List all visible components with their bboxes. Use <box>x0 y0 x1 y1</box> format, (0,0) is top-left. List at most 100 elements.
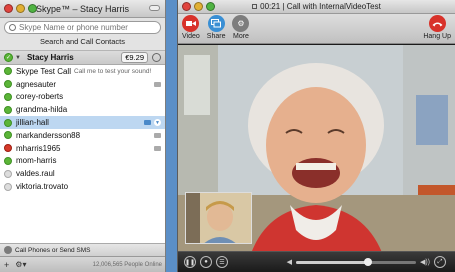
online-status-icon <box>4 92 12 101</box>
volume-slider-fill <box>295 260 368 264</box>
online-status-icon[interactable]: ✓ <box>4 53 13 62</box>
call-titlebar: 00:21 | Call with InternalVideoTest <box>178 0 455 14</box>
user-status-row: ✓ ▼ Stacy Harris €9.29 <box>0 50 165 65</box>
more-button[interactable]: ⚙ More <box>232 15 250 40</box>
share-icon <box>207 15 225 32</box>
more-label: More <box>232 33 249 40</box>
volume-slider-knob[interactable] <box>363 257 372 266</box>
volume-low-icon: ◀ <box>286 259 292 266</box>
offline-status-icon <box>4 169 12 178</box>
add-contact-button[interactable]: + <box>4 260 9 270</box>
skype-credit-badge[interactable]: €9.29 <box>121 52 148 63</box>
remote-video-feed: ❚❚ ● ☰ ◀ ◀)) ⤢ <box>178 45 455 272</box>
title-separator: | <box>282 2 285 11</box>
search-icon <box>9 24 16 31</box>
pause-video-button[interactable]: ❚❚ <box>184 256 196 268</box>
online-status-icon <box>4 80 12 89</box>
fullscreen-button[interactable]: ⤢ <box>434 256 446 268</box>
contact-name: agnesauter <box>16 79 57 89</box>
share-label: Share <box>206 33 226 40</box>
dialpad-button[interactable]: ☰ <box>216 256 228 268</box>
call-window: 00:21 | Call with InternalVideoTest Vide… <box>177 0 455 272</box>
contact-row-indicators <box>154 132 161 138</box>
busy-status-icon <box>4 144 12 153</box>
contact-row[interactable]: Skype Test Call Call me to test your soun… <box>0 65 165 78</box>
volume-slider[interactable] <box>295 257 416 266</box>
contact-name: mharris1965 <box>16 143 61 153</box>
contact-row[interactable]: valdes.raul <box>0 167 165 180</box>
online-status-icon <box>4 105 12 114</box>
online-status-icon <box>4 118 12 127</box>
contact-name: corey-roberts <box>16 92 64 102</box>
search-and-call-button[interactable]: Search and Call Contacts <box>4 37 161 48</box>
video-camera-icon <box>182 15 200 32</box>
call-toolbar: Video Share ⚙ More Hang Up <box>178 14 455 44</box>
toolbar-toggle-button[interactable] <box>149 5 160 11</box>
call-controls-bar: ❚❚ ● ☰ ◀ ◀)) ⤢ <box>178 251 455 272</box>
contact-name: jillian-hall <box>16 118 49 128</box>
contact-row[interactable]: agnesauter <box>0 78 165 91</box>
contact-row-indicators: ▼ <box>144 119 161 127</box>
people-online-count: 12,006,565 People Online <box>92 261 162 268</box>
video-camera-icon <box>144 120 151 126</box>
call-window-title: 00:21 | Call with InternalVideoTest <box>178 2 455 11</box>
lock-icon <box>252 4 258 9</box>
search-input[interactable] <box>19 23 149 32</box>
contact-row[interactable]: viktoria.trovato <box>0 180 165 193</box>
zoom-button[interactable] <box>28 4 37 13</box>
hang-up-button[interactable]: Hang Up <box>423 15 451 40</box>
window-controls <box>4 4 37 13</box>
video-label: Video <box>182 33 200 40</box>
close-button[interactable] <box>4 4 13 13</box>
contacts-window: Skype™ – Stacy Harris Search and Call Co… <box>0 0 166 272</box>
call-timer: 00:21 <box>260 2 281 11</box>
share-button[interactable]: Share <box>206 15 226 40</box>
contacts-bottom-bar: + ⚙▾ 12,006,565 People Online <box>0 256 165 272</box>
video-camera-icon <box>154 81 161 87</box>
contact-menu-arrow-icon[interactable]: ▼ <box>154 119 161 127</box>
volume-control: ◀ ◀)) ⤢ <box>287 256 450 268</box>
minimize-button[interactable] <box>16 4 25 13</box>
online-status-icon <box>4 156 12 165</box>
contact-row-indicators <box>154 81 161 87</box>
contact-row[interactable]: grandma-hilda <box>0 103 165 116</box>
call-title: Call with InternalVideoTest <box>286 2 381 11</box>
contact-row[interactable]: mom-harris <box>0 155 165 168</box>
hang-up-label: Hang Up <box>423 33 451 40</box>
chevron-down-icon[interactable]: ▼ <box>15 55 21 61</box>
contact-name: markandersson88 <box>16 130 81 140</box>
contact-name: viktoria.trovato <box>16 182 69 192</box>
volume-high-icon: ◀)) <box>419 259 430 266</box>
contact-name: valdes.raul <box>16 169 55 179</box>
desktop: Skype™ – Stacy Harris Search and Call Co… <box>0 0 455 272</box>
video-button[interactable]: Video <box>182 15 200 40</box>
call-phones-label: Call Phones or Send SMS <box>15 246 91 254</box>
contact-row[interactable]: markandersson88 <box>0 129 165 142</box>
contacts-titlebar: Skype™ – Stacy Harris <box>0 0 165 18</box>
gear-icon: ⚙ <box>232 15 250 32</box>
contact-name: Skype Test Call <box>16 66 71 76</box>
phone-icon <box>4 246 12 254</box>
hang-up-phone-icon <box>428 15 446 32</box>
call-phones-bar[interactable]: Call Phones or Send SMS <box>0 243 165 256</box>
online-status-icon <box>4 67 12 76</box>
contact-name: grandma-hilda <box>16 105 68 115</box>
contact-name: mom-harris <box>16 156 57 166</box>
contact-row-indicators <box>154 145 161 151</box>
microphone-mute-button[interactable]: ● <box>200 256 212 268</box>
contact-row[interactable]: mharris1965 <box>0 142 165 155</box>
user-name[interactable]: Stacy Harris <box>27 53 121 62</box>
offline-status-icon <box>4 182 12 191</box>
contact-row[interactable]: corey-roberts <box>0 91 165 104</box>
search-box[interactable] <box>4 21 161 34</box>
history-clock-icon[interactable] <box>152 53 161 62</box>
self-view-image <box>186 193 251 243</box>
video-camera-icon <box>154 145 161 151</box>
contact-row[interactable]: jillian-hall ▼ <box>0 116 165 129</box>
contact-mood-message: Call me to test your sound! <box>74 67 152 75</box>
self-view-video[interactable] <box>185 192 252 244</box>
search-area: Search and Call Contacts <box>0 18 165 50</box>
gear-icon[interactable]: ⚙▾ <box>15 260 26 269</box>
video-camera-icon <box>154 132 161 138</box>
online-status-icon <box>4 131 12 140</box>
